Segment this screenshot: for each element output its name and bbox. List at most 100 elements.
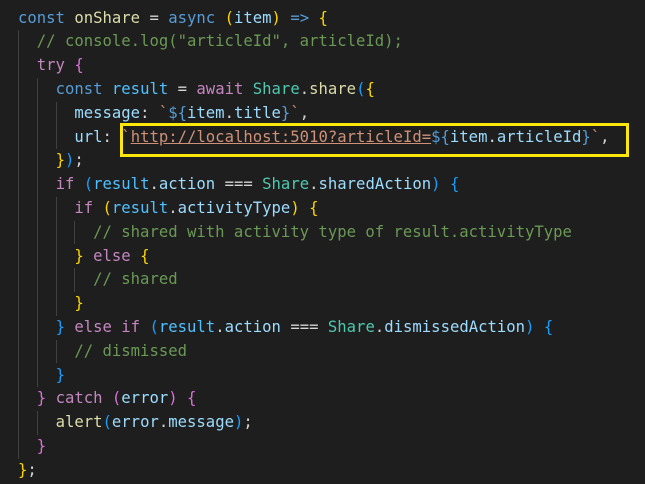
code-token: { [449, 175, 460, 194]
code-text: // console.log("articleId", articleId); [18, 30, 403, 54]
code-token: articleId [496, 127, 582, 146]
code-token: ) [168, 389, 178, 408]
code-token: . [487, 127, 497, 146]
code-token: : [102, 127, 122, 146]
code-token: sharedAction [318, 175, 432, 194]
code-token: . [158, 413, 169, 432]
code-token: ( [111, 389, 122, 408]
code-token: ; [27, 460, 37, 479]
code-line: // dismissed [0, 340, 645, 364]
code-token: url [74, 127, 103, 146]
code-line: // shared [0, 268, 645, 292]
code-line: // console.log("articleId", articleId); [0, 30, 645, 54]
code-token: : [140, 103, 159, 122]
code-token: } [74, 294, 84, 313]
code-line: } [0, 364, 645, 388]
code-editor[interactable]: const onShare = async (item) => { // con… [0, 0, 645, 484]
code-token: , [600, 127, 610, 146]
code-line: } else { [0, 245, 645, 269]
code-token: === [215, 175, 263, 194]
code-token: // shared with activity type of result.a… [93, 222, 572, 241]
code-token: . [374, 317, 385, 336]
code-line: url: `http://localhost:5010?articleId=${… [0, 126, 645, 150]
code-line: } [0, 292, 645, 316]
code-token: const [18, 8, 65, 27]
code-token: const [55, 79, 103, 98]
code-token: share [309, 79, 357, 98]
code-token: } [18, 460, 28, 479]
code-line: message: `${item.title}`, [0, 102, 645, 126]
code-token: === [280, 317, 328, 336]
code-text: } catch (error) { [18, 387, 197, 411]
code-token: await [196, 79, 244, 98]
code-token: ) [233, 413, 244, 432]
code-token: // dismissed [74, 341, 188, 360]
code-token: ` [590, 127, 601, 146]
code-token: . [299, 79, 310, 98]
code-token: ` [158, 103, 169, 122]
code-token: . [168, 198, 178, 217]
code-token: } [55, 151, 65, 170]
code-token: { [318, 8, 328, 27]
code-token: message [168, 413, 234, 432]
code-token: Share [252, 79, 300, 98]
code-text: // shared with activity type of result.a… [18, 221, 572, 245]
code-text: // shared [18, 268, 178, 292]
code-token: if [121, 317, 141, 336]
code-text: }; [18, 459, 37, 483]
code-token: } [74, 246, 84, 265]
code-token: = [140, 8, 169, 27]
code-token: } [55, 317, 65, 336]
code-line: alert(error.message); [0, 411, 645, 435]
code-text: const onShare = async (item) => { [18, 7, 328, 31]
code-token: } [581, 127, 591, 146]
code-token: , [299, 103, 310, 122]
code-token: // shared [93, 270, 178, 289]
code-token: result [111, 198, 169, 217]
code-token: { [543, 317, 554, 336]
code-token: ( [83, 175, 94, 194]
code-line: const onShare = async (item) => { [0, 7, 645, 31]
code-token: dismissedAction [384, 317, 526, 336]
code-token: ( [224, 8, 234, 27]
code-text: // dismissed [18, 340, 187, 364]
code-text: if (result.activityType) { [18, 197, 318, 221]
code-text: url: `http://localhost:5010?articleId=${… [18, 126, 610, 150]
code-token: catch [55, 389, 103, 408]
code-token: error [121, 389, 169, 408]
code-token: ( [102, 413, 112, 432]
code-token: { [309, 198, 319, 217]
code-token: http://localhost:5010?articleId= [130, 127, 432, 146]
code-token: . [215, 317, 225, 336]
code-line: }; [0, 459, 645, 483]
code-line: } [0, 435, 645, 459]
code-token: Share [262, 175, 310, 194]
code-text: const result = await Share.share({ [18, 78, 375, 102]
code-token: } [280, 103, 291, 122]
code-token: item [187, 103, 225, 122]
code-text: alert(error.message); [18, 411, 253, 435]
code-token: { [74, 56, 84, 75]
code-token: ` [290, 103, 300, 122]
code-line: if (result.activityType) { [0, 197, 645, 221]
code-token: ) [431, 175, 441, 194]
